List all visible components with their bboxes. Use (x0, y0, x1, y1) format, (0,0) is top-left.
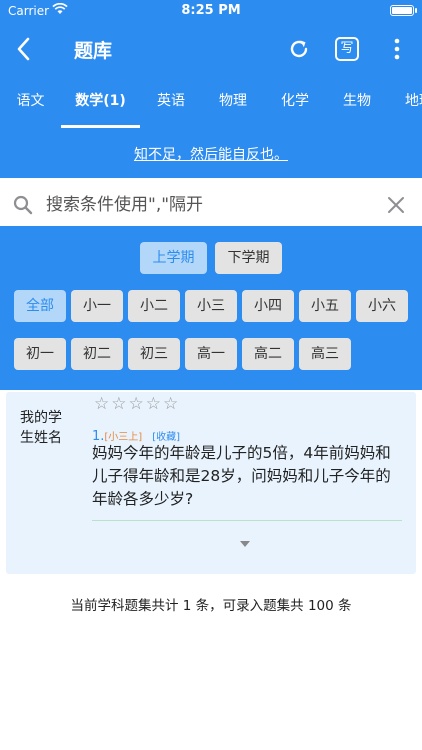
grade-p5-chip[interactable]: 小五 (299, 290, 351, 322)
question-divider (92, 520, 402, 521)
clear-search-icon[interactable] (386, 195, 406, 215)
question-card[interactable]: 我的学生姓名 ☆☆☆☆☆ 1.[小三上] [收藏] 妈妈今年的年龄是儿子的5倍，4… (6, 392, 416, 574)
write-button[interactable]: 写 (335, 37, 359, 61)
navigation-bar: 题库 写 (0, 22, 422, 76)
status-bar: Carrier 8:25 PM (0, 0, 422, 22)
quote-bar: 知不足，然后能自反也。 (0, 128, 422, 178)
grade-m3-chip[interactable]: 初三 (128, 338, 180, 370)
term-second-semester-chip[interactable]: 下学期 (215, 242, 282, 274)
question-text: 妈妈今年的年龄是儿子的5倍，4年前妈妈和儿子得年龄和是28岁，问妈妈和儿子今年的… (92, 444, 391, 508)
motto-link[interactable]: 知不足，然后能自反也。 (134, 144, 288, 164)
tab-math[interactable]: 数学(1) (61, 76, 140, 128)
tab-english[interactable]: 英语 (140, 76, 202, 128)
grade-p2-chip[interactable]: 小二 (128, 290, 180, 322)
subject-tabs: 语文 数学(1) 英语 物理 化学 生物 地理 (0, 76, 422, 128)
search-bar (0, 184, 422, 226)
page-title: 题库 (74, 40, 113, 62)
grade-all-chip[interactable]: 全部 (14, 290, 66, 322)
refresh-icon[interactable] (286, 36, 312, 62)
grade-m2-chip[interactable]: 初二 (71, 338, 123, 370)
search-icon (13, 195, 33, 215)
tab-chinese[interactable]: 语文 (0, 76, 61, 128)
question-count-summary: 当前学科题集共计 1 条，可录入题集共 100 条 (70, 598, 352, 614)
battery-icon (390, 5, 414, 16)
tab-physics[interactable]: 物理 (202, 76, 264, 128)
search-input[interactable] (46, 190, 376, 220)
tab-chemistry[interactable]: 化学 (264, 76, 326, 128)
grade-p1-chip[interactable]: 小一 (71, 290, 123, 322)
grade-h1-chip[interactable]: 高一 (185, 338, 237, 370)
student-name: 我的学生姓名 (20, 410, 62, 446)
tab-geography[interactable]: 地理 (388, 76, 422, 128)
status-time: 8:25 PM (181, 3, 241, 18)
grade-h2-chip[interactable]: 高二 (242, 338, 294, 370)
grade-m1-chip[interactable]: 初一 (14, 338, 66, 370)
term-first-semester-chip[interactable]: 上学期 (140, 242, 207, 274)
grade-p3-chip[interactable]: 小三 (185, 290, 237, 322)
grade-h3-chip[interactable]: 高三 (299, 338, 351, 370)
rating-stars[interactable]: ☆☆☆☆☆ (94, 394, 180, 416)
back-arrow-icon[interactable] (12, 34, 36, 64)
battery-tip (415, 8, 417, 13)
expand-chevron-icon[interactable] (239, 540, 251, 548)
grade-p6-chip[interactable]: 小六 (356, 290, 408, 322)
grade-filter-panel: 上学期 下学期 全部 小一 小二 小三 小四 小五 小六 初一 初二 初三 高一… (0, 226, 422, 390)
more-options-icon[interactable] (389, 36, 405, 62)
tab-biology[interactable]: 生物 (326, 76, 388, 128)
grade-p4-chip[interactable]: 小四 (242, 290, 294, 322)
